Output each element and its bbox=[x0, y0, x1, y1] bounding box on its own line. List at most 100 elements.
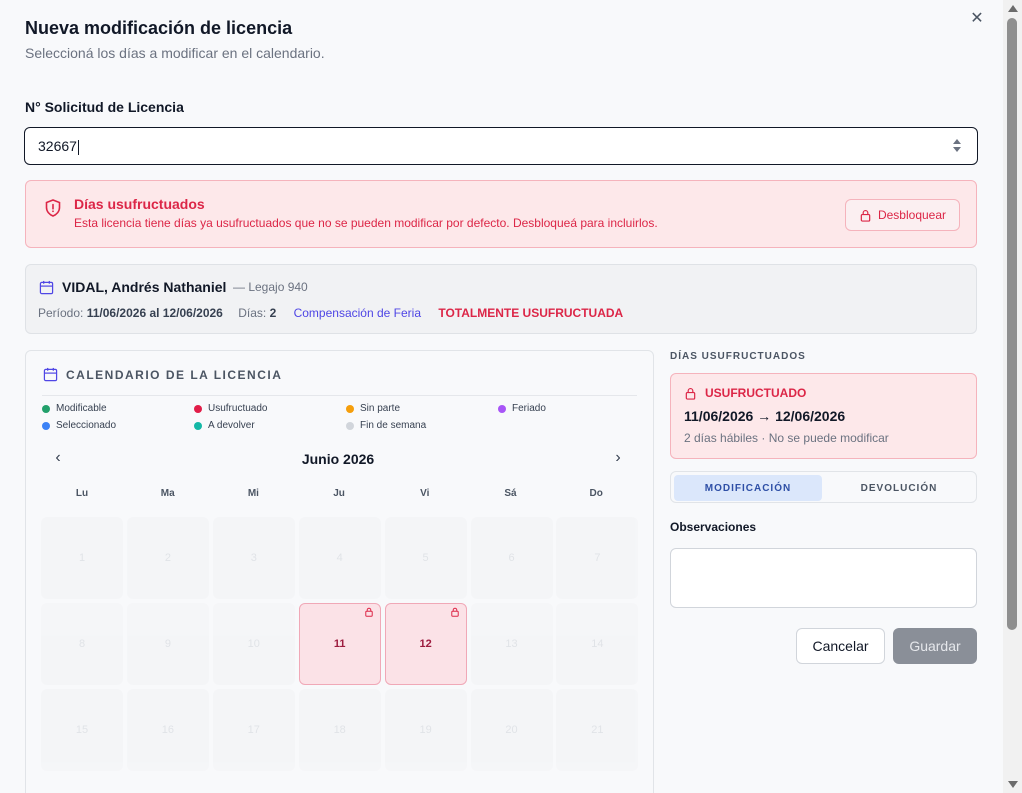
unlock-button-label: Desbloquear bbox=[877, 208, 947, 222]
day-number: 14 bbox=[591, 638, 604, 650]
legend-dot-icon bbox=[194, 421, 202, 430]
lock-icon bbox=[685, 387, 696, 400]
month-title: Junio 2026 bbox=[301, 451, 375, 467]
weekday-label: Mi bbox=[247, 488, 259, 499]
day-number: 1 bbox=[78, 552, 86, 564]
day-number: 9 bbox=[164, 638, 171, 650]
day-number: 8 bbox=[78, 638, 86, 650]
day-number: 13 bbox=[505, 638, 518, 650]
calendar-icon bbox=[39, 280, 54, 295]
day-cell: 5 bbox=[384, 517, 467, 599]
day-number: 19 bbox=[419, 724, 432, 736]
save-button[interactable]: Guardar bbox=[893, 628, 977, 664]
calendar-icon bbox=[43, 367, 58, 382]
day-cell: 15 bbox=[41, 689, 123, 771]
tab-modificacion[interactable]: MODIFICACIÓN bbox=[674, 475, 822, 501]
day-cell: 1 bbox=[41, 517, 123, 599]
legend-dot-icon bbox=[346, 404, 354, 413]
scroll-up-icon[interactable] bbox=[1008, 5, 1018, 12]
observations-textarea[interactable] bbox=[670, 548, 977, 608]
day-cell: 13 bbox=[470, 603, 553, 685]
day-cell: 10 bbox=[212, 603, 295, 685]
lock-icon bbox=[860, 209, 871, 222]
weekday-label: Do bbox=[589, 488, 603, 499]
usufructuado-card-title: USUFRUCTUADO bbox=[705, 386, 807, 400]
day-cell: 3 bbox=[212, 517, 295, 599]
days-label: Días: bbox=[238, 306, 267, 320]
usufructuado-subtext: 2 días hábiles · No se puede modificar bbox=[684, 431, 889, 445]
cancel-button[interactable]: Cancelar bbox=[796, 628, 885, 664]
license-status: TOTALMENTE USUFRUCTUADA bbox=[438, 306, 624, 320]
license-calendar: CALENDARIO DE LA LICENCIA Modificable Usu… bbox=[25, 350, 654, 793]
legend-item: Modificable bbox=[42, 403, 107, 414]
close-icon[interactable]: ✕ bbox=[968, 10, 986, 28]
day-cell: 20 bbox=[470, 689, 553, 771]
dialog-subtitle: Seleccioná los días a modificar en el ca… bbox=[25, 45, 325, 61]
usufructuado-alert: Días usufructuados Esta licencia tiene d… bbox=[25, 180, 977, 248]
day-cell: 18 bbox=[298, 689, 381, 771]
weekday-label: Sá bbox=[504, 488, 517, 499]
chevron-right-icon[interactable]: › bbox=[608, 449, 628, 467]
lock-icon bbox=[364, 607, 373, 617]
day-cell: 14 bbox=[556, 603, 639, 685]
usufructuado-section-label: DÍAS USUFRUCTUADOS bbox=[670, 351, 806, 362]
day-cell: 4 bbox=[298, 517, 381, 599]
employee-info-card: VIDAL, Andrés Nathaniel — Legajo 940 Per… bbox=[25, 264, 977, 334]
alert-title: Días usufructuados bbox=[74, 196, 205, 212]
scroll-down-icon[interactable] bbox=[1008, 781, 1018, 788]
day-cell: 9 bbox=[126, 603, 209, 685]
number-spinner-icon[interactable] bbox=[953, 137, 963, 155]
day-number: 2 bbox=[164, 552, 171, 564]
legend-item: Seleccionado bbox=[42, 420, 116, 431]
day-number: 12 bbox=[419, 638, 432, 650]
day-number: 18 bbox=[333, 724, 346, 736]
calendar-header: CALENDARIO DE LA LICENCIA bbox=[43, 367, 282, 382]
request-number-input[interactable]: 32667 bbox=[24, 127, 978, 165]
calendar-heading: CALENDARIO DE LA LICENCIA bbox=[66, 367, 283, 382]
scrollbar[interactable] bbox=[1003, 0, 1022, 793]
usufructuado-card: USUFRUCTUADO 11/06/2026 → 12/06/2026 2 d… bbox=[670, 373, 977, 459]
unlock-button[interactable]: Desbloquear bbox=[845, 199, 960, 231]
divider bbox=[42, 395, 637, 396]
request-number-value: 32667 bbox=[38, 138, 77, 154]
lock-icon bbox=[450, 607, 459, 617]
day-number: 7 bbox=[594, 552, 601, 564]
day-number: 6 bbox=[508, 552, 515, 564]
weekday-label: Ju bbox=[333, 488, 345, 499]
day-number: 15 bbox=[75, 724, 89, 736]
day-number: 4 bbox=[336, 552, 343, 564]
period-value: 11/06/2026 al 12/06/2026 bbox=[86, 306, 223, 320]
day-number: 17 bbox=[247, 724, 260, 736]
legend-label: Feriado bbox=[512, 403, 546, 414]
legend-dot-icon bbox=[194, 404, 202, 413]
day-cell: 17 bbox=[212, 689, 295, 771]
tab-devolucion[interactable]: DEVOLUCIÓN bbox=[825, 475, 973, 501]
weekday-label: Lu bbox=[75, 488, 89, 499]
legend-item: A devolver bbox=[194, 420, 255, 431]
day-number: 20 bbox=[505, 724, 518, 736]
weekday-label: Vi bbox=[420, 488, 430, 499]
day-cell: 16 bbox=[126, 689, 209, 771]
weekday-label: Ma bbox=[160, 488, 175, 499]
day-number: 5 bbox=[422, 552, 429, 564]
alert-text: Esta licencia tiene días ya usufructuado… bbox=[74, 216, 658, 230]
legend-item: Fin de semana bbox=[346, 420, 426, 431]
day-cell-usufructuado[interactable]: 11 bbox=[298, 603, 381, 685]
usufructuado-range: 11/06/2026 → 12/06/2026 bbox=[684, 408, 846, 424]
day-cell: 19 bbox=[384, 689, 467, 771]
license-type: Compensación de Feria bbox=[293, 306, 421, 320]
dialog-title: Nueva modificación de licencia bbox=[25, 18, 293, 38]
scrollbar-thumb[interactable] bbox=[1007, 18, 1017, 630]
day-cell: 6 bbox=[470, 517, 553, 599]
text-caret bbox=[77, 139, 79, 155]
employee-name: VIDAL, Andrés Nathaniel bbox=[62, 279, 227, 295]
day-cell-usufructuado[interactable]: 12 bbox=[384, 603, 467, 685]
usufructuado-card-header: USUFRUCTUADO bbox=[684, 386, 806, 400]
day-cell: 21 bbox=[556, 689, 639, 771]
legend-item: Feriado bbox=[498, 403, 546, 414]
shield-alert-icon bbox=[45, 199, 61, 217]
period-label: Período: bbox=[38, 306, 84, 320]
day-number: 3 bbox=[250, 552, 257, 564]
legend-label: Fin de semana bbox=[360, 420, 427, 431]
legend-label: A devolver bbox=[208, 420, 255, 431]
